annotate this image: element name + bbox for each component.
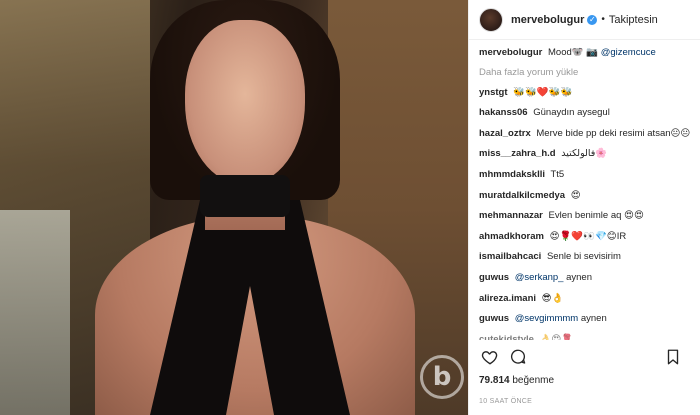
comment-button[interactable] xyxy=(507,346,529,368)
photo-choker xyxy=(200,175,290,217)
comment-username[interactable]: ismailbahcaci xyxy=(479,251,541,262)
caption-mention[interactable]: @gizemcuce xyxy=(601,47,656,58)
comment-item: miss__zahra_h.d فالولكتید🌸 xyxy=(479,147,691,160)
comment-username[interactable]: cutekidstyle xyxy=(479,334,534,340)
comment-username[interactable]: miss__zahra_h.d xyxy=(479,148,556,159)
comment-text: Günaydın aysegul xyxy=(533,107,610,119)
comment-text: فالولكتید🌸 xyxy=(561,148,608,160)
comment-text: 🐝🐝❤️🐝🐝 xyxy=(513,86,573,98)
post-actions xyxy=(479,345,690,369)
caption: mervebolugur Mood🐨 📷 @gizemcuce xyxy=(479,46,691,59)
comment-icon xyxy=(510,349,526,364)
photo-face xyxy=(185,20,305,185)
separator-dot: • xyxy=(601,14,605,25)
comment-text: aynen xyxy=(566,271,592,283)
comments-list[interactable]: mervebolugur Mood🐨 📷 @gizemcuce Daha faz… xyxy=(469,42,700,340)
photo-window xyxy=(0,210,70,415)
save-button[interactable] xyxy=(662,346,684,368)
comment-username[interactable]: guwus xyxy=(479,272,509,283)
comment-text: Merve bide pp deki resimi atsan😐😐 xyxy=(536,127,691,139)
comment-text: 😍🌹❤️👀💎😊IR xyxy=(549,230,627,242)
comment-item: hakanss06 Günaydın aysegul xyxy=(479,106,691,119)
comment-text: 👌😍🌹 xyxy=(539,333,574,340)
comment-item: guwus @serkanp_ aynen xyxy=(479,271,691,284)
post-sidebar: mervebolugur ✓ • Takiptesin mervebolugur… xyxy=(468,0,700,415)
comment-username[interactable]: ahmadkhoram xyxy=(479,231,544,242)
comment-mention[interactable]: @serkanp_ xyxy=(515,272,564,283)
likes-label: beğenme xyxy=(512,375,555,386)
author-username[interactable]: mervebolugur xyxy=(511,14,584,26)
comment-text: 😍 xyxy=(570,189,581,201)
follow-status-button[interactable]: Takiptesin xyxy=(609,14,658,26)
heart-icon xyxy=(481,351,498,365)
comment-mention[interactable]: @sevgimmmm xyxy=(515,313,578,324)
comment-text: Senle bi sevisirim xyxy=(546,251,621,263)
comment-item: ismailbahcaci Senle bi sevisirim xyxy=(479,250,691,263)
comment-item: mhmmdakskIli Tt5 xyxy=(479,168,691,181)
watermark-logo: b xyxy=(420,355,464,399)
avatar[interactable] xyxy=(479,7,503,32)
comment-username[interactable]: ynstgt xyxy=(479,87,508,98)
caption-username[interactable]: mervebolugur xyxy=(479,47,542,58)
comment-username[interactable]: hazal_oztrx xyxy=(479,128,531,139)
comment-text: aynen xyxy=(580,313,607,325)
comment-item: ynstgt 🐝🐝❤️🐝🐝 xyxy=(479,86,691,99)
comment-username[interactable]: guwus xyxy=(479,313,509,324)
bookmark-icon xyxy=(667,349,679,365)
post-timestamp[interactable]: 10 SAAT ÖNCE xyxy=(479,398,532,405)
comment-username[interactable]: mehmannazar xyxy=(479,210,543,221)
comment-text: 😎👌 xyxy=(541,292,564,304)
comment-item: guwus @sevgimmmm aynen xyxy=(479,312,691,325)
post-header: mervebolugur ✓ • Takiptesin xyxy=(469,0,700,40)
comment-username[interactable]: alireza.imani xyxy=(479,293,536,304)
comment-item: ahmadkhoram 😍🌹❤️👀💎😊IR xyxy=(479,230,691,243)
comment-item: alireza.imani 😎👌 xyxy=(479,292,691,305)
comment-username[interactable]: muratdalkilcmedya xyxy=(479,190,565,201)
comment-text: Tt5 xyxy=(550,168,565,180)
comment-username[interactable]: mhmmdakskIli xyxy=(479,169,545,180)
verified-badge-icon: ✓ xyxy=(587,14,598,25)
likes-number: 79.814 xyxy=(479,375,510,386)
like-button[interactable] xyxy=(479,346,501,368)
post-photo[interactable]: b xyxy=(0,0,468,415)
comment-item: muratdalkilcmedya 😍 xyxy=(479,189,691,202)
likes-count[interactable]: 79.814 beğenme xyxy=(479,375,554,386)
comment-text: Evlen benimle aq 😍😍 xyxy=(548,210,644,222)
comment-item: mehmannazar Evlen benimle aq 😍😍 xyxy=(479,209,691,222)
caption-text: Mood🐨 📷 xyxy=(548,47,599,58)
comment-username[interactable]: hakanss06 xyxy=(479,107,528,118)
load-more-comments-link[interactable]: Daha fazla yorum yükle xyxy=(479,67,691,78)
comment-item: cutekidstyle 👌😍🌹 xyxy=(479,333,691,340)
comment-item: hazal_oztrx Merve bide pp deki resimi at… xyxy=(479,127,691,140)
